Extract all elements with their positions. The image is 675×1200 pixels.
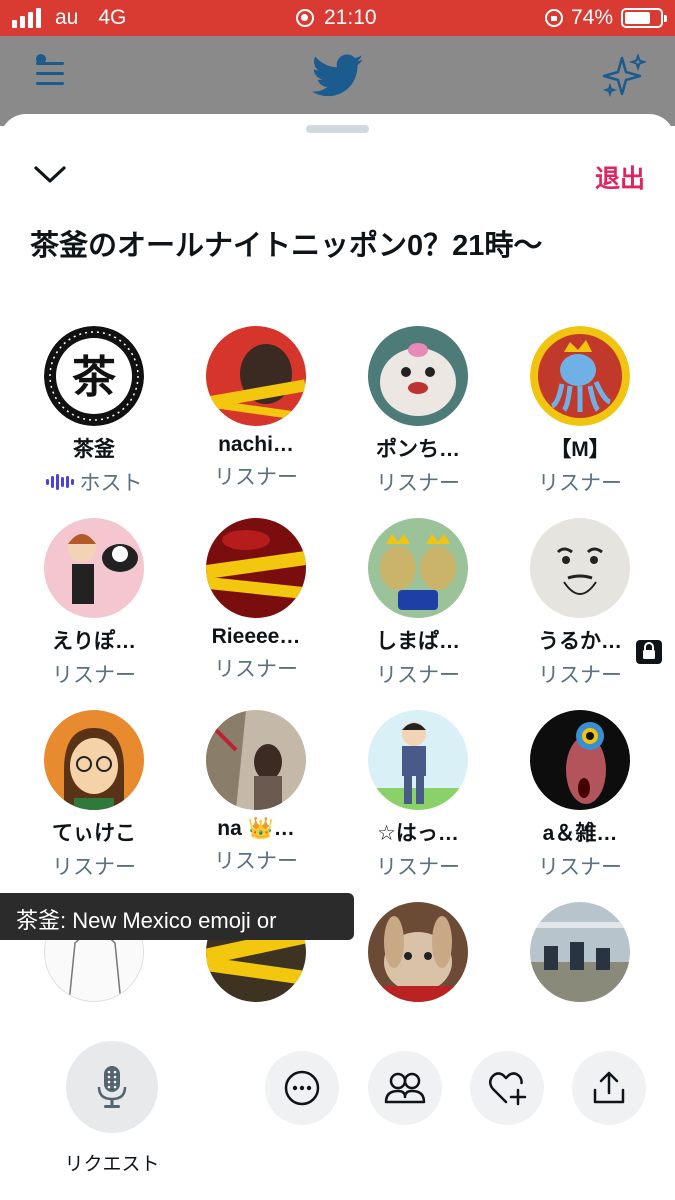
chevron-down-icon[interactable] — [30, 158, 70, 190]
bottom-controls: リクエスト — [0, 1021, 675, 1200]
participant[interactable]: ☆はっ… リスナー — [337, 710, 499, 881]
svg-text:茶: 茶 — [72, 352, 117, 403]
avatar — [530, 518, 630, 618]
avatar — [530, 326, 630, 426]
twitter-bird-icon[interactable] — [312, 54, 364, 98]
participant[interactable] — [337, 902, 499, 1009]
participant[interactable]: a＆雑… リスナー — [499, 710, 661, 881]
avatar — [368, 326, 468, 426]
participant-name: Rieeee… — [211, 625, 301, 648]
participant[interactable]: てぃけこ リスナー — [13, 710, 175, 881]
participant-host[interactable]: 茶 茶釜 ホスト — [13, 326, 175, 497]
participant[interactable]: Rieeee… リスナー — [175, 518, 337, 683]
avatar — [206, 710, 306, 810]
battery-percent: 74% — [570, 6, 613, 29]
participant-role: リスナー — [376, 856, 460, 879]
participant-name: えりぽ… — [52, 630, 136, 653]
participant-name: a＆雑… — [542, 822, 618, 845]
participant[interactable]: 【M】 リスナー — [499, 326, 661, 497]
lock-icon — [636, 640, 662, 664]
avatar — [368, 902, 468, 1002]
participant-role: ホスト — [79, 472, 143, 495]
participant-name: ☆はっ… — [377, 822, 459, 845]
request-mic-button[interactable] — [66, 1041, 158, 1133]
speaking-icon — [45, 474, 74, 490]
screen-record-icon — [296, 9, 314, 27]
people-button[interactable] — [368, 1051, 442, 1125]
participant-role: リスナー — [538, 472, 622, 495]
participant-name: 茶釜 — [73, 438, 115, 461]
participant[interactable]: nachi… リスナー — [175, 326, 337, 491]
avatar — [368, 518, 468, 618]
rotation-lock-icon — [544, 9, 563, 27]
share-icon — [593, 1071, 625, 1104]
participant[interactable]: ポンち… リスナー — [337, 326, 499, 497]
avatar: 茶 — [44, 326, 144, 426]
battery-icon — [621, 8, 667, 28]
participant[interactable]: しまぱ… リスナー — [337, 518, 499, 689]
avatar — [530, 902, 630, 1002]
caption-tooltip: 茶釜: New Mexico emoji or — [0, 893, 354, 940]
request-label: リクエスト — [64, 1154, 160, 1175]
participant-role: リスナー — [52, 664, 136, 687]
participant-role: リスナー — [376, 472, 460, 495]
space-sheet: 退出 茶釜のオールナイトニッポン0？21時〜 茶 茶釜 ホスト nachi… リ… — [0, 114, 675, 1200]
status-bar: au 4G 21:10 74% — [0, 0, 675, 36]
signal-icon — [12, 8, 41, 28]
more-button[interactable] — [265, 1051, 339, 1125]
network-label: 4G — [98, 6, 127, 29]
more-icon — [284, 1070, 320, 1106]
menu-icon[interactable] — [36, 54, 68, 88]
avatar — [368, 710, 468, 810]
participant[interactable]: えりぽ… リスナー — [13, 518, 175, 689]
app-header — [0, 36, 675, 126]
participant-name: na 👑… — [217, 817, 295, 840]
avatar — [530, 710, 630, 810]
clock: 21:10 — [324, 6, 377, 29]
participant-name: しまぱ… — [376, 630, 460, 653]
participant-name: てぃけこ — [52, 822, 136, 845]
avatar — [44, 710, 144, 810]
participant-role: リスナー — [538, 856, 622, 879]
sparkle-icon[interactable] — [600, 54, 648, 98]
participant[interactable] — [499, 902, 661, 1009]
participant-role: リスナー — [214, 466, 298, 489]
participant-name: nachi… — [218, 433, 294, 456]
share-button[interactable] — [572, 1051, 646, 1125]
avatar — [206, 518, 306, 618]
participant-name: ポンち… — [376, 438, 460, 461]
avatar — [44, 518, 144, 618]
carrier-label: au — [55, 6, 79, 29]
react-button[interactable] — [470, 1051, 544, 1125]
participant-role: リスナー — [52, 856, 136, 879]
participant-role: リスナー — [376, 664, 460, 687]
leave-button[interactable]: 退出 — [595, 159, 645, 195]
sheet-grabber[interactable] — [306, 125, 369, 133]
heart-add-icon — [489, 1072, 527, 1106]
participant-name: 【M】 — [550, 438, 610, 461]
participant-role: リスナー — [214, 658, 298, 681]
participant[interactable]: na 👑… リスナー — [175, 710, 337, 875]
microphone-icon — [97, 1066, 127, 1108]
avatar — [206, 326, 306, 426]
participant-role: リスナー — [214, 850, 298, 873]
people-icon — [384, 1072, 426, 1104]
space-title: 茶釜のオールナイトニッポン0？21時〜 — [30, 230, 543, 262]
